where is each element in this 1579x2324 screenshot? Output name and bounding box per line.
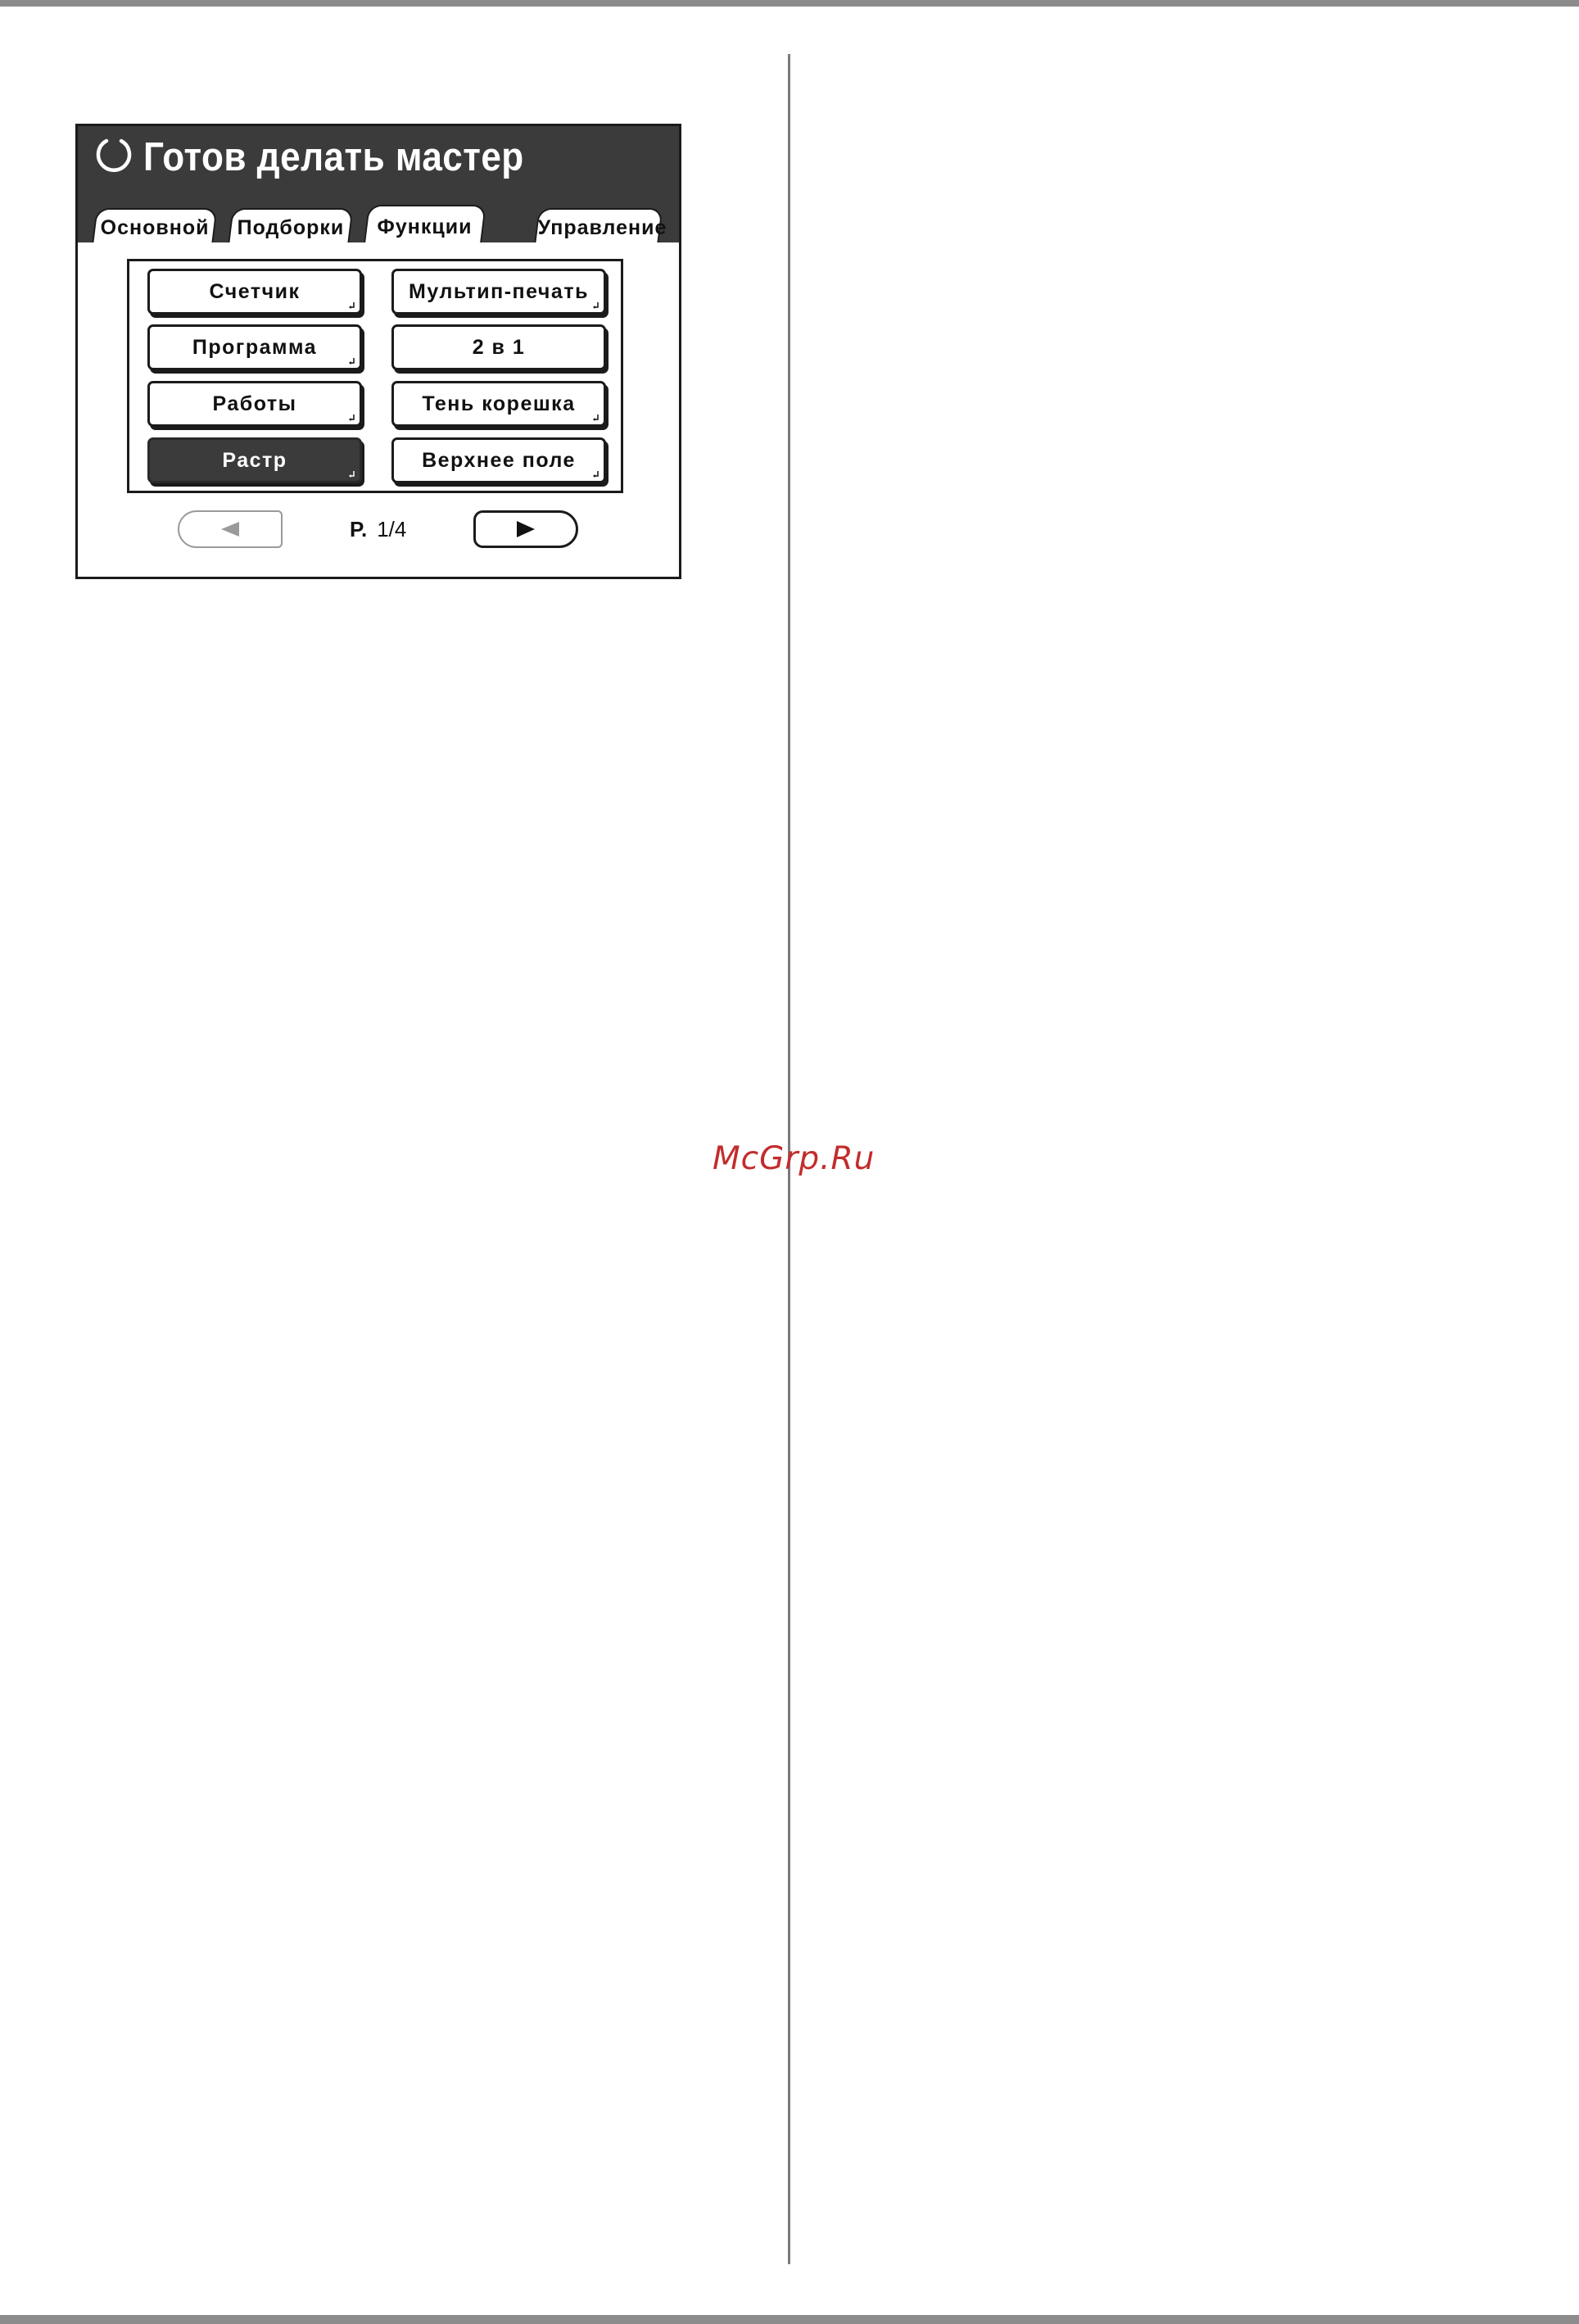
submenu-arrow-icon [593, 302, 599, 309]
submenu-arrow-icon [349, 471, 355, 478]
top-rule [0, 0, 1579, 7]
page-prefix: P. [350, 517, 368, 541]
tab-upravlenie[interactable]: Управление [534, 208, 667, 242]
two-in-one-button[interactable]: 2 в 1 [391, 324, 606, 370]
triangle-left-icon [221, 522, 239, 537]
prev-page-button[interactable] [178, 510, 283, 548]
ready-circle-icon [96, 138, 132, 172]
jobs-button[interactable]: Работы [147, 381, 362, 427]
submenu-arrow-icon [349, 358, 355, 365]
submenu-arrow-icon [349, 302, 355, 309]
page-indicator: P. 1/4 [350, 513, 406, 546]
control-panel-screen: Готов делать мастер Основной Подборки Фу… [75, 124, 681, 579]
tab-osnovnoy[interactable]: Основной [92, 208, 218, 242]
book-shadow-button[interactable]: Тень корешка [391, 381, 606, 427]
program-button[interactable]: Программа [147, 324, 362, 370]
bottom-rule [0, 2315, 1579, 2324]
multi-print-button[interactable]: Мультип-печать [391, 269, 606, 315]
submenu-arrow-icon [593, 415, 599, 421]
triangle-right-icon [517, 521, 535, 537]
page-value: 1/4 [377, 517, 407, 541]
function-grid: Счетчик Мультип-печать Программа 2 в 1 Р… [127, 259, 623, 493]
next-page-button[interactable] [473, 510, 578, 548]
submenu-arrow-icon [593, 471, 599, 478]
tab-funktsii[interactable]: Функции [364, 205, 486, 242]
watermark: McGrp.Ru [713, 1140, 875, 1177]
counter-button[interactable]: Счетчик [147, 269, 362, 315]
raster-button[interactable]: Растр [147, 437, 362, 483]
top-margin-button[interactable]: Верхнее поле [391, 437, 606, 483]
tab-podborki[interactable]: Подборки [228, 208, 354, 242]
panel-header: Готов делать мастер Основной Подборки Фу… [78, 126, 679, 242]
panel-title: Готов делать мастер [143, 135, 524, 179]
submenu-arrow-icon [349, 415, 355, 421]
